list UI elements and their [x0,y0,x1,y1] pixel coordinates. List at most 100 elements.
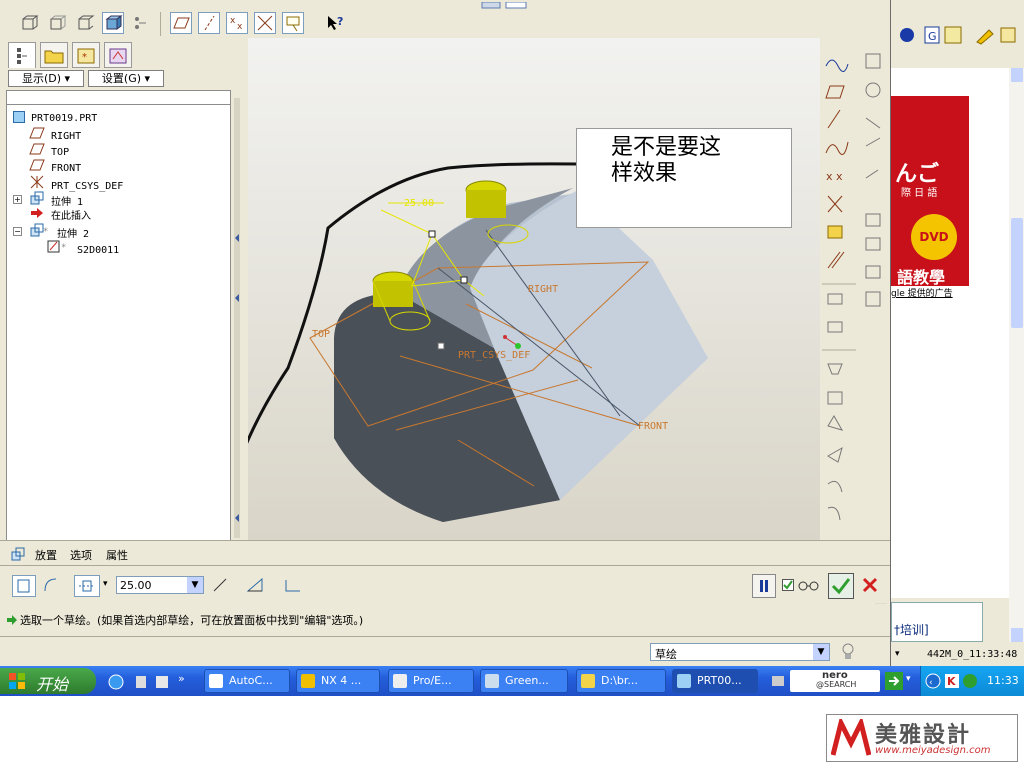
solid-button[interactable] [12,575,36,597]
expand-toggle[interactable]: + [13,195,22,204]
tree-node-extrude1[interactable]: 拉伸 1 [29,191,83,208]
saved-views-icon[interactable] [132,12,148,34]
flip-direction-button[interactable] [210,575,234,597]
tab-placement[interactable]: 放置 [35,547,57,563]
browser-window: G んご 際 日 語 DVD 語教學 gle 提供的广告 †培训] ▾ 442M… [890,0,1024,666]
keyboard-icon[interactable] [772,676,784,686]
start-button[interactable]: 开始 [0,668,96,694]
remove-material-button[interactable] [244,575,268,597]
chevron-down-icon[interactable]: ▼ [187,577,203,593]
task-prt[interactable]: PRT00... [672,669,758,693]
chevron-down-icon[interactable]: ▼ [813,644,829,660]
collapse-toggle[interactable]: − [13,227,22,236]
folder-icon [581,674,595,688]
display-dropdown-label: 显示(D) [21,72,62,85]
extrude-active-icon: * [30,223,48,237]
app-icon [393,674,407,688]
depth-value-input[interactable]: 25.00 ▼ [116,576,204,594]
tree-node-label: S2D0011 [77,245,120,256]
selection-filter[interactable]: 草绘 ▼ [650,643,830,661]
app-icon [209,674,223,688]
tray-icons: ‹ K [925,673,977,689]
pause-button[interactable] [752,574,776,598]
glasses-icon[interactable] [796,577,822,593]
svg-text:*: * [61,243,66,253]
task-explorer[interactable]: D:\br... [576,669,666,693]
tree-node-extrude2[interactable]: * 拉伸 2 [29,223,89,240]
context-help-icon[interactable]: ? [324,12,346,34]
tree-node-csys[interactable]: PRT_CSYS_DEF [29,175,123,192]
svg-text:‹: ‹ [929,678,933,688]
svg-text:K: K [947,675,956,688]
preview-checkbox[interactable] [782,579,794,591]
tree-node-part[interactable]: PRT0019.PRT [13,111,97,127]
datum-planes-icon[interactable] [170,12,192,34]
csys-label: PRT_CSYS_DEF [458,350,530,361]
depth-option-button[interactable] [74,575,100,597]
windows-logo-icon [9,673,25,689]
browser-scrollbar[interactable] [1009,68,1024,642]
link-text[interactable]: †培训] [894,621,929,638]
task-nx[interactable]: NX 4 ... [296,669,380,693]
browser-content: んご 際 日 語 DVD 語教學 gle 提供的广告 †培训] [891,68,1009,642]
svg-text:x: x [237,22,243,32]
settings-dropdown[interactable]: 设置(G) ▾ [88,70,164,87]
nero-search-box[interactable]: nero @SEARCH [790,670,880,692]
start-label: 开始 [36,675,69,694]
tree-node-label: TOP [51,147,70,158]
display-dropdown[interactable]: 显示(D) ▾ [8,70,84,87]
datum-plane-icon [29,159,45,171]
task-autocad[interactable]: AutoC... [204,669,290,693]
annotation-icon[interactable] [282,12,304,34]
datum-points-icon[interactable]: xx [226,12,248,34]
tree-node-front[interactable]: FRONT [29,159,81,175]
tree-node-right[interactable]: RIGHT [29,127,81,143]
svg-text:G: G [928,30,937,43]
tree-node-insert-here[interactable]: 在此插入 [29,207,91,223]
arrow-right-icon [31,208,43,218]
link-box[interactable]: †培训] [891,602,983,642]
tree-header [6,90,231,104]
ad-caption[interactable]: gle 提供的广告 [891,286,953,299]
cancel-button[interactable] [858,573,884,599]
connections-tab[interactable] [104,42,132,68]
chevron-down-icon[interactable]: ▾ [906,674,911,684]
task-label: NX 4 ... [321,674,362,687]
clock: 11:33 [987,674,1019,687]
task-proe[interactable]: Pro/E... [388,669,474,693]
model-tree-tab[interactable] [8,42,36,68]
graphics-window[interactable]: 25.00 PRT_CSYS_DEF RIGHT TOP FRONT 是不是要这… [248,38,820,540]
ok-button[interactable] [828,573,854,599]
app-icon [677,674,691,688]
watermark-logo: 美雅設計 www.meiyadesign.com [826,714,1018,762]
tree-node-top[interactable]: TOP [29,143,69,159]
datum-axes-icon[interactable] [198,12,220,34]
go-arrow-icon[interactable] [885,672,903,690]
ad-banner[interactable]: んご 際 日 語 DVD 語教學 [891,96,969,287]
feature-toolbar: x x [820,38,890,540]
top-row-icons [480,0,540,9]
dimension-label: 25.00 [404,198,434,209]
favorites-tab[interactable]: * [72,42,100,68]
chevron-down-icon[interactable]: ▾ [895,649,900,659]
csys-display-icon[interactable] [254,12,276,34]
panel-sash[interactable] [234,98,240,538]
task-green[interactable]: Green... [480,669,568,693]
extrude-icon [11,547,25,561]
view-box-icon[interactable] [18,12,40,34]
tree-node-label: 在此插入 [51,211,92,222]
folder-browser-tab[interactable] [40,42,68,68]
view-nohidden-icon[interactable] [74,12,96,34]
tab-properties[interactable]: 属性 [106,547,128,563]
shaded-icon[interactable] [102,12,124,34]
chevron-down-icon[interactable]: ▾ [103,579,108,589]
thicken-button[interactable] [282,575,306,597]
datum-plane-icon [29,143,45,155]
tab-options[interactable]: 选项 [70,547,92,563]
svg-text:x: x [230,16,236,26]
tree-node-sketch[interactable]: * S2D0011 [47,239,120,256]
app-icon [301,674,315,688]
surface-button[interactable] [40,575,64,597]
view-hidden-icon[interactable] [46,12,68,34]
svg-text:*: * [43,227,48,237]
